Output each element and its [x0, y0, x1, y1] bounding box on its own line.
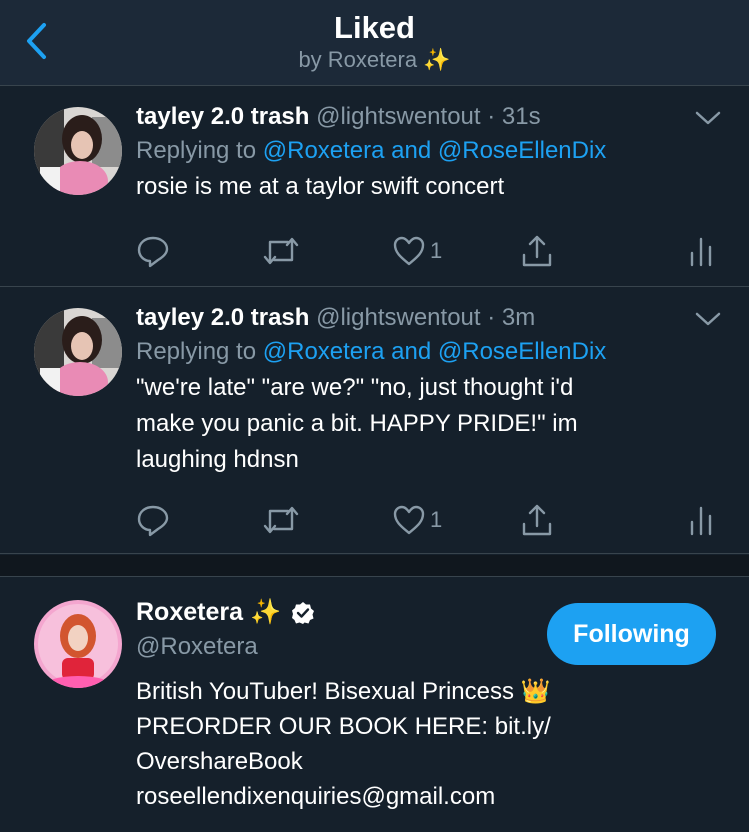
- like-heart-icon: [393, 505, 425, 535]
- tweet-text-line: rosie is me at a taylor swift concert: [136, 173, 505, 200]
- tweet-timestamp: 31s: [501, 103, 541, 130]
- analytics-icon: [690, 237, 712, 267]
- tweet-separator: ·: [487, 304, 496, 331]
- tweet-separator: ·: [487, 103, 496, 130]
- replying-to-users[interactable]: @Roxetera and @RoseEllenDix: [263, 137, 607, 164]
- retweet-button[interactable]: [262, 231, 300, 271]
- tweet-text: "we're late" "are we?" "no, just thought…: [136, 370, 719, 478]
- caret-down-icon: [695, 312, 721, 326]
- top-nav-bar: Liked by Roxetera ✨: [0, 0, 749, 86]
- tweet-timestamp: 3m: [501, 304, 536, 331]
- reply-icon: [137, 236, 169, 268]
- retweet-icon: [263, 506, 299, 534]
- user-avatar[interactable]: [34, 308, 122, 396]
- tweet-menu-button[interactable]: [695, 109, 721, 127]
- replying-to-label: Replying to: [136, 137, 257, 164]
- bio-line: roseellendixenquiries@gmail.com: [136, 783, 496, 810]
- profile-handle: @Roxetera: [136, 633, 258, 660]
- profile-display-name: Roxetera ✨: [136, 598, 282, 626]
- section-divider: [0, 555, 749, 577]
- bio-line[interactable]: PREORDER OUR BOOK HERE: bit.ly/: [136, 709, 696, 744]
- tweet-author-name[interactable]: tayley 2.0 trash: [136, 103, 309, 130]
- page-subtitle: by Roxetera ✨: [298, 47, 451, 72]
- bio-line: British YouTuber! Bisexual Princess 👑: [136, 678, 551, 705]
- page-title: Liked: [334, 10, 415, 45]
- share-button[interactable]: [520, 500, 554, 540]
- tweet-text-line: make you panic a bit. HAPPY PRIDE!" im: [136, 410, 578, 437]
- like-heart-icon: [393, 236, 425, 266]
- tweet-menu-button[interactable]: [695, 310, 721, 328]
- share-button[interactable]: [520, 231, 554, 271]
- retweet-icon: [263, 237, 299, 265]
- analytics-button[interactable]: [688, 500, 714, 540]
- reply-icon: [137, 505, 169, 537]
- retweet-button[interactable]: [262, 500, 300, 540]
- analytics-icon: [690, 506, 712, 536]
- like-button[interactable]: 1: [392, 231, 442, 271]
- share-icon: [522, 235, 552, 267]
- profile-card: Roxetera ✨ @Roxetera Following British Y…: [0, 578, 749, 832]
- tweet-actions: 1: [136, 500, 726, 540]
- user-avatar[interactable]: [34, 107, 122, 195]
- bio-line[interactable]: OvershareBook: [136, 744, 696, 779]
- tweet-author-handle: @lightswentout: [316, 304, 481, 331]
- following-button[interactable]: Following: [547, 603, 716, 665]
- share-icon: [522, 504, 552, 536]
- replying-to-users[interactable]: @Roxetera and @RoseEllenDix: [263, 338, 607, 365]
- profile-avatar[interactable]: [34, 600, 122, 688]
- like-count: 1: [430, 507, 443, 532]
- verified-badge-icon: [292, 601, 315, 624]
- reply-button[interactable]: [136, 500, 170, 540]
- tweet-author-handle: @lightswentout: [316, 103, 481, 130]
- caret-down-icon: [695, 111, 721, 125]
- tweet-actions: 1: [136, 231, 726, 271]
- tweet-text-line: laughing hdnsn: [136, 446, 299, 473]
- profile-bio: British YouTuber! Bisexual Princess 👑 PR…: [136, 674, 696, 814]
- analytics-button[interactable]: [688, 231, 714, 271]
- tweet-text: rosie is me at a taylor swift concert: [136, 169, 719, 205]
- tweet-text-line: "we're late" "are we?" "no, just thought…: [136, 374, 574, 401]
- replying-to-label: Replying to: [136, 338, 257, 365]
- tweet-item[interactable]: tayley 2.0 trash @lightswentout · 31s Re…: [0, 87, 749, 287]
- like-count: 1: [430, 238, 443, 263]
- like-button[interactable]: 1: [392, 500, 442, 540]
- tweet-item[interactable]: tayley 2.0 trash @lightswentout · 3m Rep…: [0, 288, 749, 554]
- reply-button[interactable]: [136, 231, 170, 271]
- tweet-author-name[interactable]: tayley 2.0 trash: [136, 304, 309, 331]
- profile-name-row: Roxetera ✨: [136, 598, 315, 627]
